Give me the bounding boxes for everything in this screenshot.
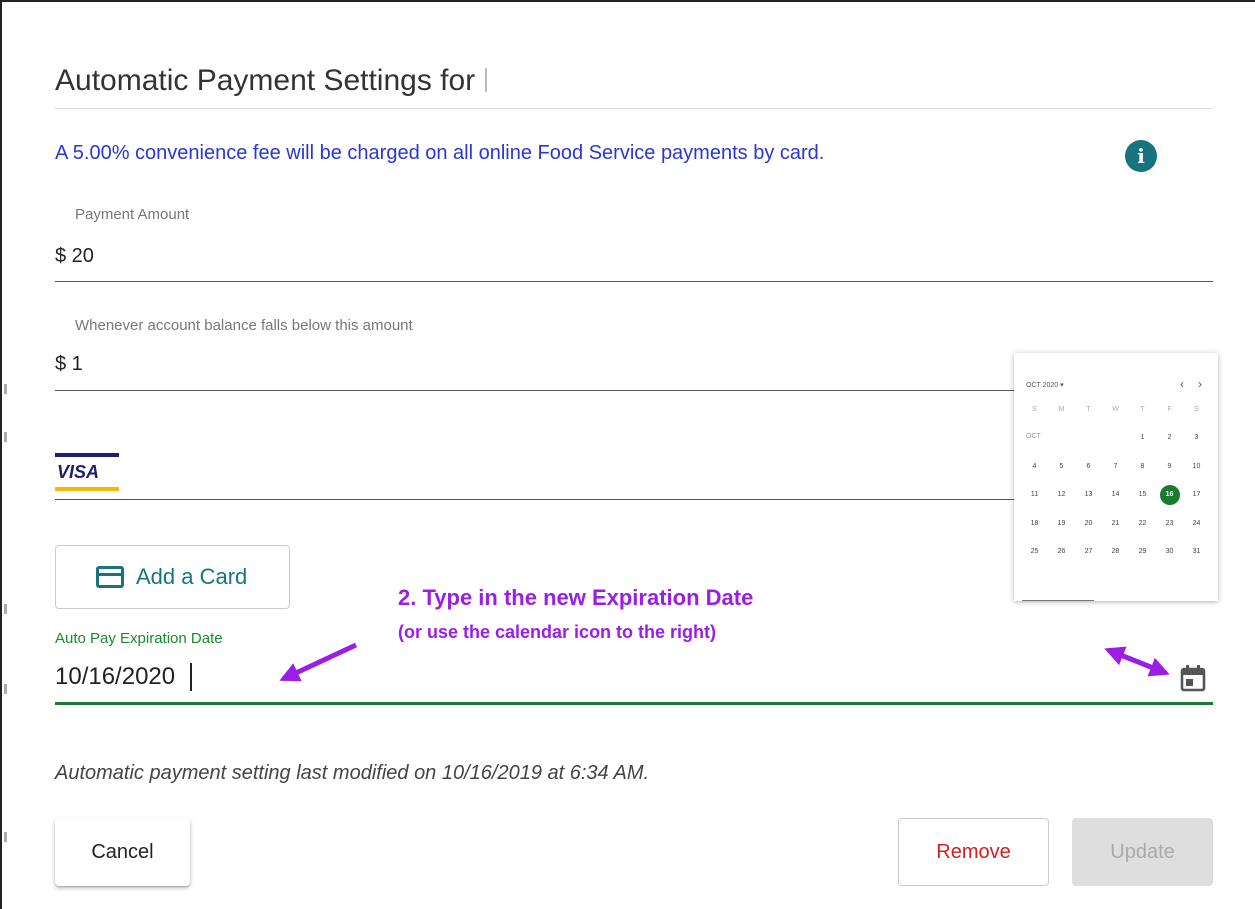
calendar-day[interactable]: 30	[1156, 547, 1183, 576]
calendar-day[interactable]: 24	[1183, 519, 1210, 548]
info-icon[interactable]: i	[1125, 140, 1157, 172]
update-button[interactable]: Update	[1072, 818, 1213, 886]
calendar-day-grid: 1 2 3 4 5 6 7 8 9 10 11 12 13 14 15 16 17 18 19 20 21 22 23 24 2…	[1021, 433, 1217, 576]
calendar-day[interactable]: 6	[1075, 462, 1102, 491]
text-caret	[190, 663, 192, 691]
frame-left-edge	[0, 0, 2, 909]
calendar-day[interactable]: 8	[1129, 462, 1156, 491]
calendar-bottom-rule	[1022, 600, 1094, 601]
calendar-day[interactable]: 25	[1021, 547, 1048, 576]
calendar-day[interactable]: 3	[1183, 433, 1210, 462]
expiration-date-label: Auto Pay Expiration Date	[55, 630, 223, 647]
payment-amount-input[interactable]: $ 20	[55, 245, 94, 268]
last-modified-text: Automatic payment setting last modified …	[55, 762, 650, 784]
add-card-label: Add a Card	[136, 564, 248, 589]
calendar-icon[interactable]	[1177, 662, 1209, 694]
calendar-day[interactable]: 5	[1048, 462, 1075, 491]
calendar-blank-cell	[1048, 433, 1075, 462]
calendar-day[interactable]: 14	[1102, 490, 1129, 519]
title-cursor	[485, 68, 488, 92]
calendar-month-selector[interactable]: OCT 2020 ▾	[1026, 381, 1064, 389]
calendar-next-month-button[interactable]: ›	[1198, 377, 1202, 391]
payment-amount-underline	[55, 281, 1213, 282]
visa-logo-text: VISA	[57, 462, 100, 482]
calendar-blank-cell	[1021, 433, 1048, 462]
threshold-underline	[55, 390, 1015, 391]
calendar-day[interactable]: 1	[1129, 433, 1156, 462]
visa-card-logo[interactable]: VISA	[55, 453, 119, 493]
calendar-day[interactable]: 20	[1075, 519, 1102, 548]
calendar-day[interactable]: 18	[1021, 519, 1048, 548]
calendar-day[interactable]: 28	[1102, 547, 1129, 576]
frame-top-edge	[0, 0, 1255, 2]
payment-amount-label: Payment Amount	[75, 206, 190, 223]
calendar-prev-month-button[interactable]: ‹	[1180, 377, 1184, 391]
fee-notice: A 5.00% convenience fee will be charged …	[55, 142, 825, 164]
calendar-day[interactable]: 19	[1048, 519, 1075, 548]
annotation-sub-text: (or use the calendar icon to the right)	[398, 622, 717, 642]
calendar-blank-cell	[1102, 433, 1129, 462]
card-select-underline	[55, 499, 1015, 500]
calendar-weekday-6: S	[1194, 406, 1199, 413]
threshold-label: Whenever account balance falls below thi…	[75, 317, 413, 334]
calendar-day[interactable]: 2	[1156, 433, 1183, 462]
calendar-day[interactable]: 23	[1156, 519, 1183, 548]
calendar-popup: OCT 2020 ▾ ‹ › SMTWTFS OCT 1 2 3 4 5 6 7 8 9 10 11…	[1014, 353, 1218, 601]
calendar-day[interactable]: 11	[1021, 490, 1048, 519]
calendar-day[interactable]: 21	[1102, 519, 1129, 548]
expiration-date-input[interactable]	[55, 660, 1155, 694]
dialog-title-text: Automatic Payment Settings for	[55, 64, 476, 97]
calendar-blank-cell	[1075, 433, 1102, 462]
add-card-button[interactable]: Add a Card	[55, 545, 290, 609]
calendar-day[interactable]: 13	[1075, 490, 1102, 519]
threshold-input[interactable]: $ 1	[55, 353, 83, 376]
calendar-day[interactable]: 4	[1021, 462, 1048, 491]
calendar-day-selected[interactable]: 16	[1159, 485, 1180, 505]
cancel-button[interactable]: Cancel	[55, 818, 190, 886]
calendar-day[interactable]: 29	[1129, 547, 1156, 576]
calendar-weekday-1: M	[1058, 406, 1065, 413]
expiration-date-underline	[55, 702, 1213, 705]
title-divider	[55, 108, 1213, 109]
calendar-day[interactable]: 17	[1183, 490, 1210, 519]
calendar-day[interactable]: 7	[1102, 462, 1129, 491]
credit-card-icon	[96, 566, 124, 588]
calendar-weekday-0: S	[1032, 406, 1037, 413]
calendar-day[interactable]: 10	[1183, 462, 1210, 491]
visa-logo-bottom-bar	[55, 487, 119, 491]
calendar-day[interactable]: 12	[1048, 490, 1075, 519]
calendar-weekday-3: W	[1112, 406, 1119, 413]
annotation-main-text: 2. Type in the new Expiration Date	[398, 585, 754, 610]
calendar-weekday-4: T	[1140, 406, 1145, 413]
calendar-day[interactable]: 31	[1183, 547, 1210, 576]
remove-button[interactable]: Remove	[898, 818, 1049, 886]
calendar-weekday-row: SMTWTFS	[1021, 406, 1217, 413]
calendar-weekday-5: F	[1167, 406, 1172, 413]
visa-logo-top-bar	[55, 453, 119, 457]
dialog-title: Automatic Payment Settings for	[55, 64, 488, 98]
calendar-day[interactable]: 22	[1129, 519, 1156, 548]
calendar-day[interactable]: 15	[1129, 490, 1156, 519]
calendar-day[interactable]: 27	[1075, 547, 1102, 576]
calendar-day[interactable]: 26	[1048, 547, 1075, 576]
calendar-weekday-2: T	[1086, 406, 1091, 413]
